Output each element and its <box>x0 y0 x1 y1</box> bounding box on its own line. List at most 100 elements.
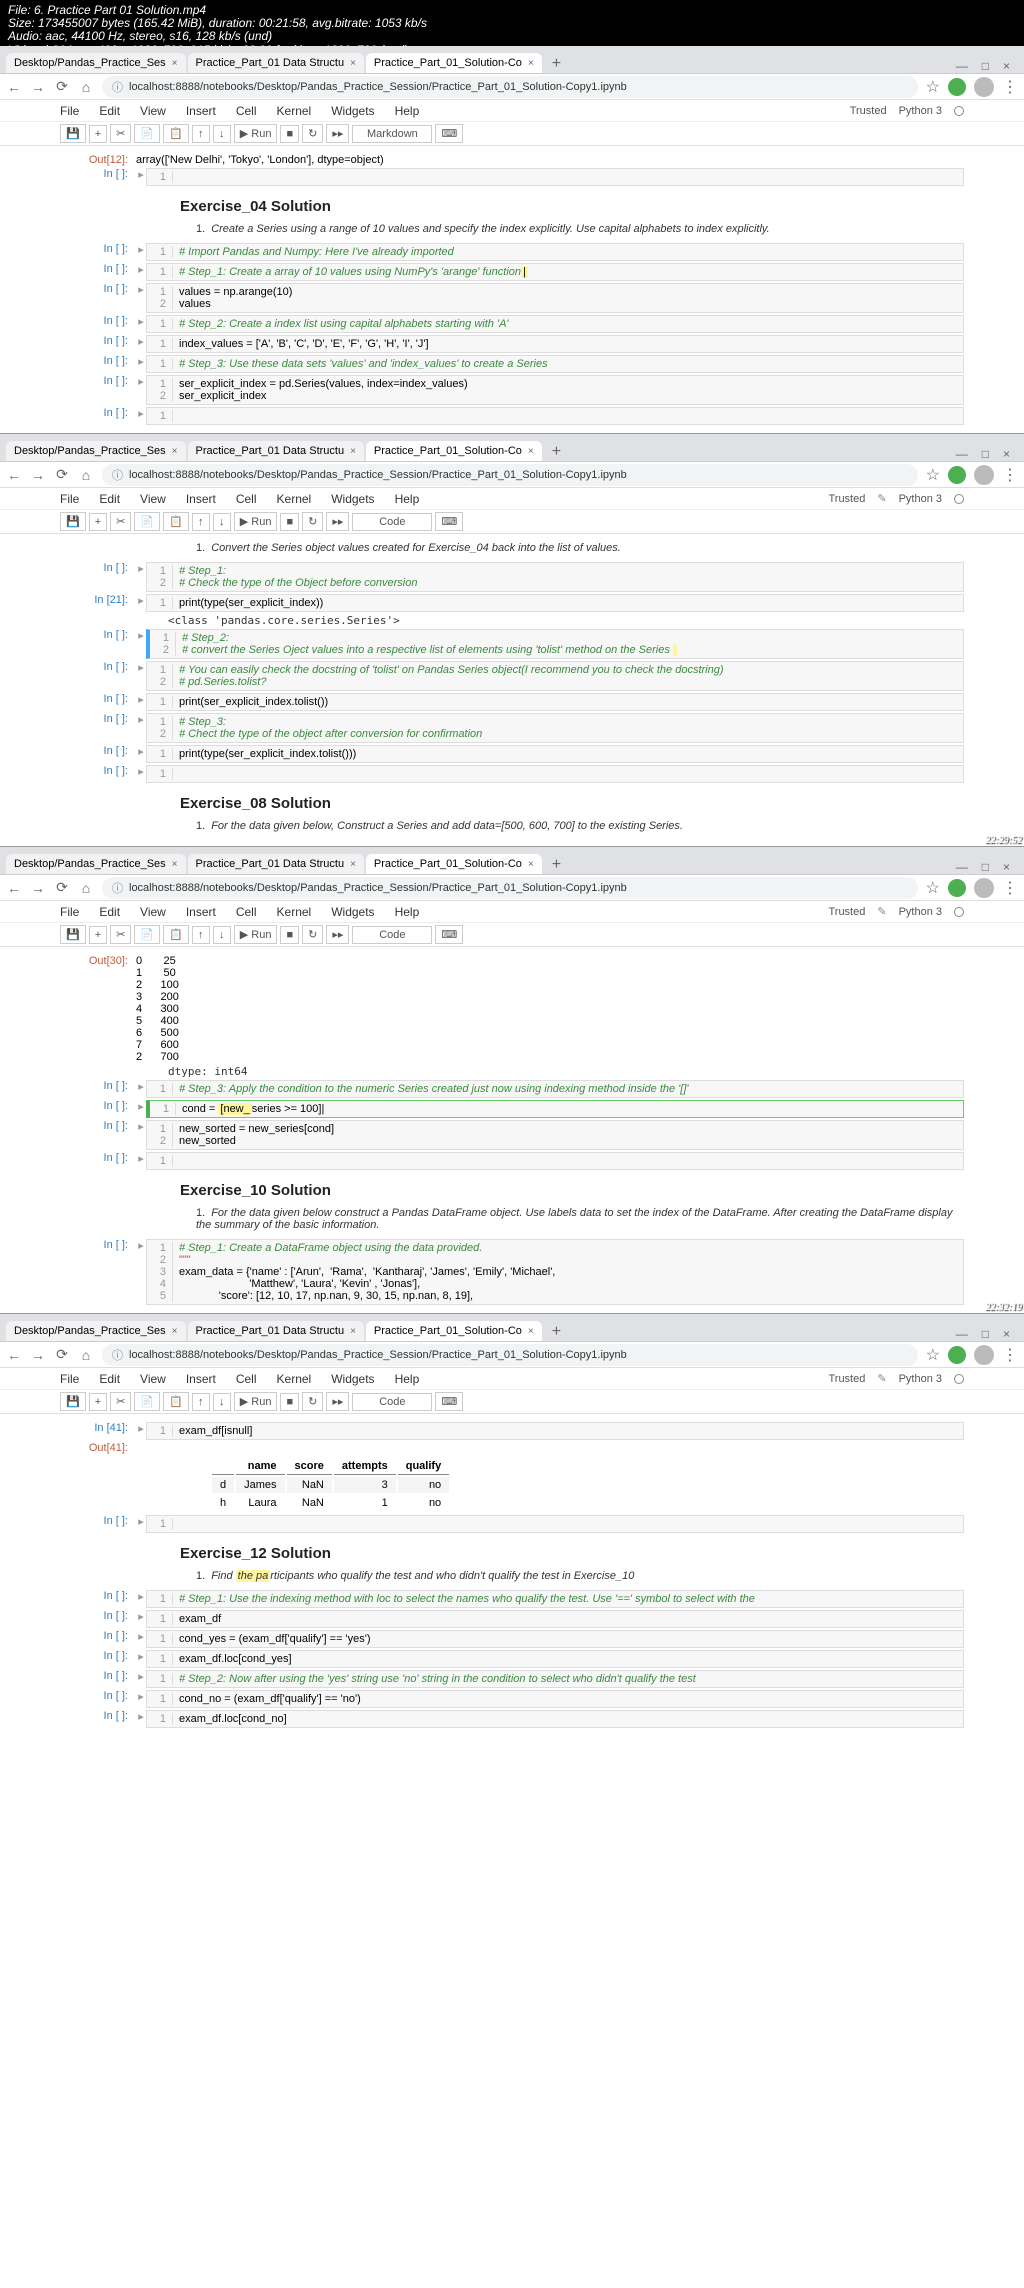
code-cell[interactable]: 12values = np.arange(10)values <box>146 283 964 313</box>
url-bar[interactable]: ⓘlocalhost:8888/notebooks/Desktop/Pandas… <box>102 464 918 486</box>
run-icon[interactable]: ▸ <box>136 335 146 353</box>
pane-1: Desktop/Pandas_Practice_Ses× Practice_Pa… <box>0 46 1024 433</box>
back-icon[interactable]: ← <box>6 79 22 95</box>
menu-insert[interactable]: Insert <box>186 104 216 118</box>
paste-button[interactable]: 📋 <box>163 124 189 143</box>
home-icon[interactable]: ⌂ <box>78 467 94 483</box>
bookmark-icon[interactable]: ☆ <box>926 77 940 97</box>
in-prompt: In [ ]: <box>60 168 136 186</box>
code-cell[interactable]: 1# Step_1: Create a array of 10 values u… <box>146 263 964 281</box>
trusted-label: Trusted <box>850 105 887 117</box>
edit-icon[interactable]: ✎ <box>877 492 886 505</box>
code-cell[interactable]: 12# Step_2:# convert the Series Oject va… <box>146 629 964 659</box>
code-cell[interactable]: 1print(ser_explicit_index.tolist()) <box>146 693 964 711</box>
reload-icon[interactable]: ⟳ <box>54 466 70 483</box>
interrupt-button[interactable]: ■ <box>280 125 299 143</box>
bookmark-icon[interactable]: ☆ <box>926 465 940 485</box>
pane-3: Desktop/Pandas_Practice_Ses×Practice_Par… <box>0 846 1024 1313</box>
close-icon[interactable]: × <box>172 58 178 69</box>
code-cell[interactable]: 1print(type(ser_explicit_index)) <box>146 594 964 612</box>
forward-icon[interactable]: → <box>30 467 46 483</box>
output: 0 251 502 1003 2004 3005 4006 5007 6002 … <box>136 955 964 1063</box>
up-button[interactable]: ↑ <box>192 125 210 143</box>
code-cell[interactable]: 1# Step_3: Use these data sets 'values' … <box>146 355 964 373</box>
menu-kernel[interactable]: Kernel <box>277 104 312 118</box>
menu-cell[interactable]: Cell <box>236 104 257 118</box>
home-icon[interactable]: ⌂ <box>78 79 94 95</box>
run-icon[interactable]: ▸ <box>136 283 146 313</box>
terminal-header: File: 6. Practice Part 01 Solution.mp4 S… <box>0 0 1024 46</box>
cut-button[interactable]: ✂ <box>110 124 131 143</box>
code-cell[interactable]: 1# Step_2: Create a index list using cap… <box>146 315 964 333</box>
code-cell[interactable]: 1 <box>146 765 964 783</box>
new-tab-button[interactable]: + <box>544 55 569 73</box>
run-icon[interactable]: ▸ <box>136 355 146 373</box>
code-cell[interactable]: 1index_values = ['A', 'B', 'C', 'D', 'E'… <box>146 335 964 353</box>
tab-3[interactable]: Practice_Part_01_Solution-Co× <box>366 53 542 73</box>
copy-button[interactable]: 📄 <box>134 124 160 143</box>
celltype-select[interactable]: Markdown <box>352 125 432 143</box>
code-cell[interactable]: 1 <box>146 407 964 425</box>
menu-file[interactable]: File <box>60 104 79 118</box>
save-button[interactable]: 💾 <box>60 124 86 143</box>
code-cell-active[interactable]: 1cond = [new_series >= 100]| <box>146 1100 964 1118</box>
run-icon[interactable]: ▸ <box>136 375 146 405</box>
code-cell[interactable]: 12# You can easily check the docstring o… <box>146 661 964 691</box>
run-button[interactable]: ▶ Run <box>234 124 278 143</box>
back-icon[interactable]: ← <box>6 467 22 483</box>
menu-icon[interactable]: ⋮ <box>1002 77 1018 97</box>
heading: Exercise_08 Solution <box>180 795 964 812</box>
forward-icon[interactable]: → <box>30 79 46 95</box>
close-icon[interactable]: × <box>1003 59 1010 73</box>
run-icon[interactable]: ▸ <box>136 243 146 261</box>
tab-1[interactable]: Desktop/Pandas_Practice_Ses× <box>6 441 186 461</box>
run-icon[interactable]: ▸ <box>136 315 146 333</box>
restart-button[interactable]: ↻ <box>302 124 323 143</box>
out-prompt: Out[12]: <box>60 154 136 166</box>
menu-widgets[interactable]: Widgets <box>331 104 374 118</box>
jupyter-menu: File Edit View Insert Cell Kernel Widget… <box>0 100 1024 122</box>
extension-icon[interactable] <box>948 78 966 96</box>
forward-button[interactable]: ▸▸ <box>326 124 349 143</box>
code-cell[interactable]: 1print(type(ser_explicit_index.tolist())… <box>146 745 964 763</box>
minimize-icon[interactable]: — <box>956 59 968 73</box>
profile-icon[interactable] <box>974 77 994 97</box>
code-cell[interactable]: 1 <box>146 168 964 186</box>
pane-2: Desktop/Pandas_Practice_Ses×Practice_Par… <box>0 433 1024 846</box>
code-cell[interactable]: 12# Step_3:# Chect the type of the objec… <box>146 713 964 743</box>
tab-2[interactable]: Practice_Part_01 Data Structu× <box>188 53 364 73</box>
code-cell[interactable]: 12# Step_1:# Check the type of the Objec… <box>146 562 964 592</box>
add-cell-button[interactable]: + <box>89 125 107 143</box>
info-icon: ⓘ <box>112 79 123 95</box>
maximize-icon[interactable]: □ <box>982 59 989 73</box>
close-icon[interactable]: × <box>528 58 534 69</box>
notebook-area: Out[12]:array(['New Delhi', 'Tokyo', 'Lo… <box>0 146 1024 433</box>
pane-4: Desktop/Pandas_Practice_Ses×Practice_Par… <box>0 1313 1024 1736</box>
command-palette-button[interactable]: ⌨ <box>435 124 463 143</box>
tab-2[interactable]: Practice_Part_01 Data Structu× <box>188 441 364 461</box>
jupyter-toolbar: 💾 + ✂ 📄 📋 ↑ ↓ ▶ Run ■ ↻ ▸▸ Markdown ⌨ <box>0 122 1024 146</box>
url-bar[interactable]: ⓘlocalhost:8888/notebooks/Desktop/Pandas… <box>102 76 918 98</box>
menu-edit[interactable]: Edit <box>99 104 120 118</box>
browser-tabs: Desktop/Pandas_Practice_Ses× Practice_Pa… <box>0 46 1024 74</box>
browser-bar: ← → ⟳ ⌂ ⓘlocalhost:8888/notebooks/Deskto… <box>0 74 1024 100</box>
tab-3[interactable]: Practice_Part_01_Solution-Co× <box>366 441 542 461</box>
down-button[interactable]: ↓ <box>213 125 231 143</box>
output-table: namescoreattemptsqualify dJamesNaN3no hL… <box>210 1456 451 1513</box>
code-cell[interactable]: 12ser_explicit_index = pd.Series(values,… <box>146 375 964 405</box>
text-cursor: | <box>521 266 528 278</box>
new-tab-button[interactable]: + <box>544 443 569 461</box>
cursor-highlight: ​ <box>673 644 677 656</box>
run-icon[interactable]: ▸ <box>136 263 146 281</box>
tab-1[interactable]: Desktop/Pandas_Practice_Ses× <box>6 53 186 73</box>
run-icon[interactable]: ▸ <box>136 168 146 186</box>
highlight: the pa <box>236 1570 271 1582</box>
code-cell[interactable]: 1# Import Pandas and Numpy: Here I've al… <box>146 243 964 261</box>
menu-view[interactable]: View <box>140 104 166 118</box>
menu-help[interactable]: Help <box>395 104 420 118</box>
md-text: 1.For the data given below, Construct a … <box>196 820 964 832</box>
run-icon[interactable]: ▸ <box>136 407 146 425</box>
reload-icon[interactable]: ⟳ <box>54 78 70 95</box>
close-icon[interactable]: × <box>350 58 356 69</box>
output: <class 'pandas.core.series.Series'> <box>168 614 964 627</box>
